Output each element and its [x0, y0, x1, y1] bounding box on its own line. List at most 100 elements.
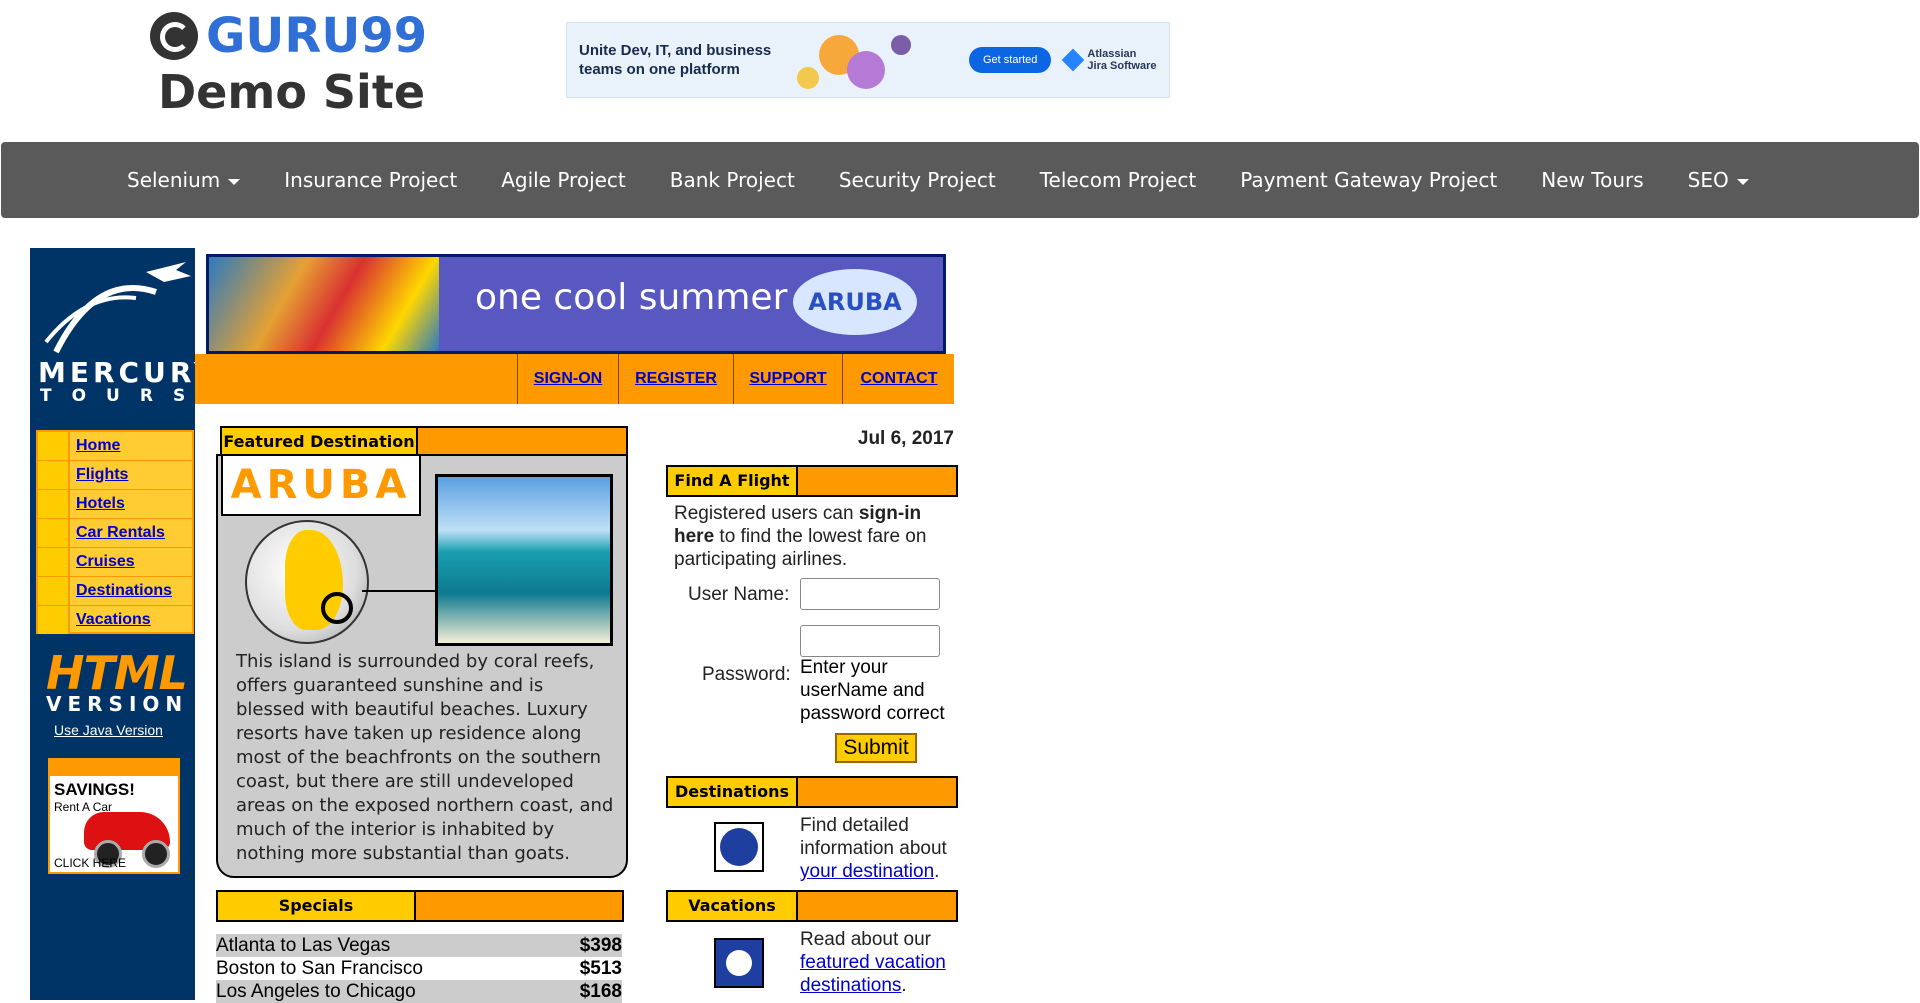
username-label: User Name:: [688, 584, 790, 605]
caret-down-icon: [228, 178, 241, 185]
globe-icon: [245, 520, 369, 644]
logo-text: GURU99: [206, 8, 428, 64]
featured-destination-title: ARUBA: [221, 456, 421, 516]
find-a-flight-label: Find A Flight: [668, 467, 798, 495]
nav-label: Insurance Project: [284, 168, 458, 192]
nav-item-bank-project[interactable]: Bank Project: [670, 168, 795, 192]
side-menu-link[interactable]: Vacations: [76, 611, 151, 629]
specials-table: Atlanta to Las Vegas $398 Boston to San F…: [216, 934, 622, 1003]
nav-item-new-tours[interactable]: New Tours: [1541, 168, 1643, 192]
side-menu-item-home[interactable]: Home: [38, 432, 192, 461]
side-menu-item-hotels[interactable]: Hotels: [38, 490, 192, 519]
side-menu-link[interactable]: Hotels: [76, 495, 125, 513]
nav-label: Payment Gateway Project: [1240, 168, 1498, 192]
login-hint: Enter your userName and password correct: [800, 657, 945, 724]
nav-item-seo[interactable]: SEO: [1688, 168, 1749, 192]
sign-on-link[interactable]: SIGN-ON: [517, 354, 618, 404]
nav-label: Selenium: [127, 168, 221, 192]
get-started-button[interactable]: Get started: [969, 47, 1052, 73]
side-menu-item-vacations[interactable]: Vacations: [38, 606, 192, 634]
route: Atlanta to Las Vegas: [216, 934, 391, 956]
nav-label: Telecom Project: [1039, 168, 1197, 192]
guru99-logo[interactable]: GURU99: [150, 8, 427, 64]
submit-button[interactable]: Submit: [835, 733, 917, 763]
jira-brand: Atlassian Jira Software: [1062, 48, 1157, 72]
top-navigation: Selenium Insurance Project Agile Project…: [1, 142, 1919, 218]
specials-label: Specials: [218, 892, 416, 920]
password-input[interactable]: [800, 625, 940, 657]
banner-photo: [209, 257, 439, 351]
nav-item-payment-gateway-project[interactable]: Payment Gateway Project: [1240, 168, 1497, 192]
nav-item-agile-project[interactable]: Agile Project: [501, 168, 626, 192]
price: $398: [579, 934, 622, 956]
side-menu-link[interactable]: Home: [76, 437, 120, 455]
side-menu-item-car-rentals[interactable]: Car Rentals: [38, 519, 192, 548]
destinations-globe-icon: [714, 822, 764, 872]
savings-cta: CLICK HERE: [54, 856, 127, 870]
side-menu-link[interactable]: Flights: [76, 466, 128, 484]
nav-item-security-project[interactable]: Security Project: [839, 168, 996, 192]
guru99-logo-icon: [150, 12, 198, 60]
current-date: Jul 6, 2017: [857, 428, 954, 449]
featured-destination-label: Featured Destination: [222, 428, 418, 456]
text-part: Read about our: [800, 929, 931, 950]
aruba-banner[interactable]: one cool summer ARUBA: [206, 254, 946, 354]
nav-item-telecom-project[interactable]: Telecom Project: [1040, 168, 1196, 192]
contact-link[interactable]: CONTACT: [842, 354, 955, 404]
nav-label: Agile Project: [501, 168, 626, 192]
vacations-label: Vacations: [668, 892, 798, 920]
find-a-flight-header: Find A Flight: [666, 465, 958, 497]
text-part: Registered users can: [674, 503, 859, 524]
ad-text: Unite Dev, IT, and business teams on one…: [579, 42, 772, 78]
wheel-icon: [142, 840, 170, 868]
jira-icon: [1062, 48, 1085, 72]
vacations-header: Vacations: [666, 890, 958, 922]
ad-people-image: [789, 25, 939, 95]
destinations-label: Destinations: [668, 778, 798, 806]
beach-photo: [435, 474, 613, 646]
table-row: Atlanta to Las Vegas $398: [216, 934, 622, 957]
caret-down-icon: [1736, 178, 1749, 185]
mercury-logo-sub: TOURS: [40, 386, 206, 406]
nav-item-selenium[interactable]: Selenium: [127, 168, 241, 192]
text-part: Find detailed information about: [800, 815, 947, 859]
featured-vacation-link[interactable]: featured vacation destinations: [800, 952, 946, 996]
use-java-version-link[interactable]: Use Java Version: [54, 722, 163, 738]
vacations-text: Read about our featured vacation destina…: [800, 929, 946, 996]
find-a-flight-text: Registered users can sign-in here to fin…: [674, 502, 954, 571]
brand-line-1: Atlassian: [1087, 48, 1137, 60]
side-menu: Home Flights Hotels Car Rentals Cruises …: [36, 430, 194, 634]
callout-line: [362, 590, 436, 592]
username-input[interactable]: [800, 578, 940, 610]
specials-header: Specials: [216, 890, 624, 922]
ad-banner[interactable]: Unite Dev, IT, and business teams on one…: [566, 22, 1170, 98]
savings-title: SAVINGS!: [54, 780, 135, 799]
savings-rent-a-car-ad[interactable]: SAVINGS! Rent A Car CLICK HERE: [48, 758, 180, 874]
side-menu-link[interactable]: Cruises: [76, 553, 135, 571]
html-version-subtext: VERSION: [46, 692, 189, 716]
price: $168: [579, 980, 622, 1002]
side-menu-item-destinations[interactable]: Destinations: [38, 577, 192, 606]
support-link[interactable]: SUPPORT: [733, 354, 842, 404]
table-row: Boston to San Francisco $513: [216, 957, 622, 980]
your-destination-link[interactable]: your destination: [800, 861, 934, 882]
nav-item-insurance-project[interactable]: Insurance Project: [284, 168, 457, 192]
nav-label: New Tours: [1541, 168, 1644, 192]
destinations-header: Destinations: [666, 776, 958, 808]
nav-label: Security Project: [838, 168, 996, 192]
side-menu-item-cruises[interactable]: Cruises: [38, 548, 192, 577]
side-menu-link[interactable]: Car Rentals: [76, 524, 165, 542]
register-link[interactable]: REGISTER: [618, 354, 733, 404]
sun-icon: [714, 938, 764, 988]
nav-label: Bank Project: [669, 168, 795, 192]
side-menu-item-flights[interactable]: Flights: [38, 461, 192, 490]
top-links: SIGN-ON REGISTER SUPPORT CONTACT: [517, 354, 955, 404]
aruba-badge: ARUBA: [793, 269, 917, 335]
brand-line-2: Jira Software: [1087, 60, 1157, 72]
route: Boston to San Francisco: [216, 957, 423, 979]
side-menu-link[interactable]: Destinations: [76, 582, 172, 600]
password-label: Password:: [702, 664, 791, 685]
banner-slogan: one cool summer: [475, 277, 788, 318]
site-subtitle: Demo Site: [158, 65, 426, 119]
nav-label: SEO: [1687, 168, 1729, 192]
